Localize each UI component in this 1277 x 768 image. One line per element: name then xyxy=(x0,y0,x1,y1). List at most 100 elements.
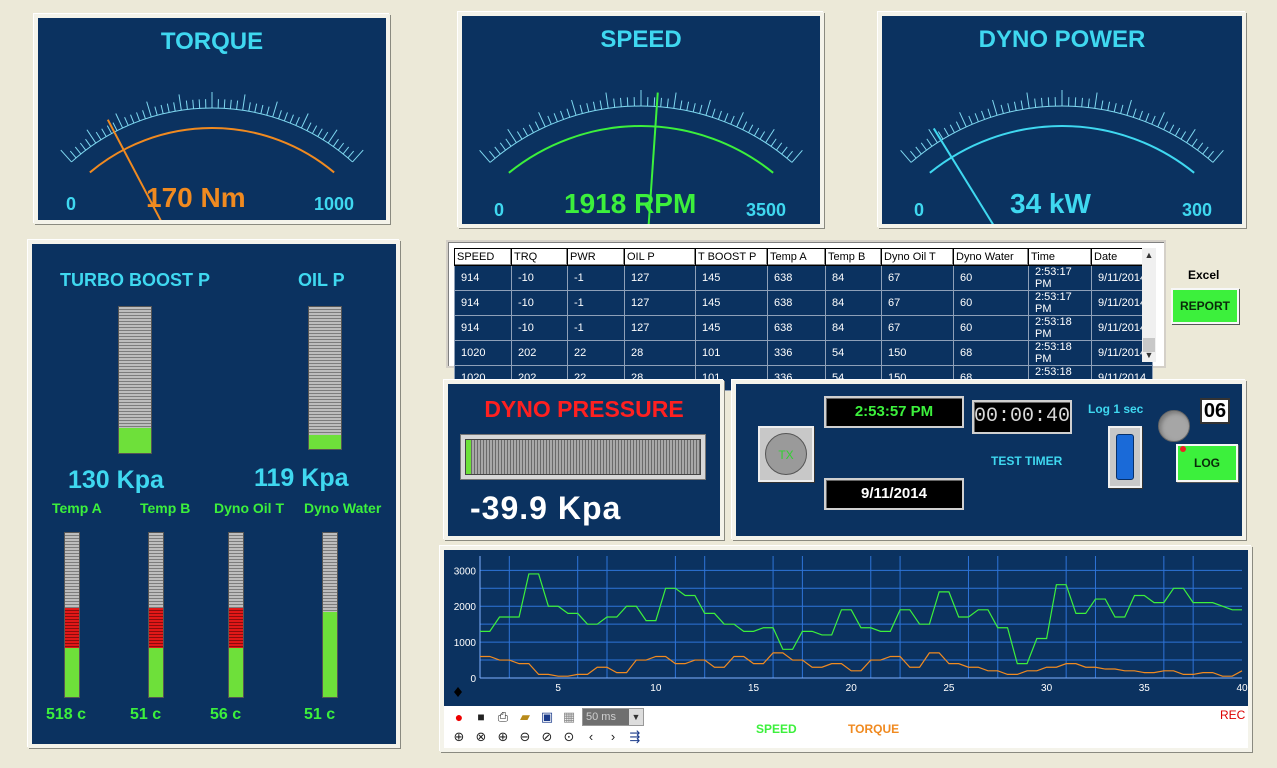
table-cell: 28 xyxy=(624,340,696,366)
export-icon[interactable]: ⇶ xyxy=(626,728,644,746)
gauge-tick xyxy=(229,99,232,109)
gauge-tick xyxy=(1180,131,1187,140)
gauge-tick xyxy=(1207,150,1214,159)
gauge-tick xyxy=(1138,110,1143,120)
dyno-pressure-title: DYNO PRESSURE xyxy=(484,396,684,422)
temp-alarm-zone xyxy=(65,608,79,648)
gauge-tick xyxy=(130,114,135,124)
table-cell: -1 xyxy=(567,315,625,341)
table-cell: 54 xyxy=(825,340,882,366)
gauge-tick xyxy=(95,131,102,141)
temp-label: Dyno Oil T xyxy=(214,500,284,516)
gauge-tick xyxy=(1120,104,1124,114)
record-icon[interactable]: ● xyxy=(450,708,468,726)
test-timer-label: TEST TIMER xyxy=(991,454,1063,468)
log-counter: 06 xyxy=(1200,398,1230,424)
table-row[interactable]: 914 -10 -1 127 145 638 84 67 60 2:53:17 PM 9/11/20… xyxy=(454,290,1154,316)
gauge-tick xyxy=(1157,112,1165,128)
gauge-tick xyxy=(753,127,760,137)
table-cell: -10 xyxy=(511,290,568,316)
table-header-cell[interactable]: TRQ xyxy=(511,248,568,266)
gauge-tick xyxy=(1126,99,1132,116)
gauge-tick xyxy=(295,116,300,126)
gauge-tick xyxy=(626,97,629,107)
table-row[interactable]: 914 -10 -1 127 145 638 84 67 60 2:53:17 PM 9/11/20… xyxy=(454,265,1154,291)
trend-chart: 0 1000 2000 3000 5 10 15 20 25 30 35 40 xyxy=(444,550,1248,706)
chevron-left-icon[interactable]: ‹ xyxy=(582,728,600,746)
open-folder-icon[interactable]: ▰ xyxy=(516,708,534,726)
excel-label: Excel xyxy=(1188,268,1220,282)
gauge-tick xyxy=(352,149,364,163)
gauge-tick xyxy=(327,129,338,144)
gauge-tick xyxy=(283,112,288,122)
gauge-tick xyxy=(791,150,803,163)
gauge-tick xyxy=(166,103,170,113)
gauge-tick xyxy=(560,110,565,120)
log-toggle-switch[interactable] xyxy=(1108,426,1142,488)
table-header-cell[interactable]: Temp A xyxy=(767,248,826,266)
table-cell: -1 xyxy=(567,290,625,316)
power-max-label: 300 xyxy=(1182,200,1213,220)
table-header-cell[interactable]: PWR xyxy=(567,248,625,266)
pressure-temp-panel: TURBO BOOST P OIL P 130 Kpa 119 Kpa Temp… xyxy=(28,240,400,748)
save-icon[interactable]: ▣ xyxy=(538,708,556,726)
gauge-tick xyxy=(586,103,590,113)
stop-icon[interactable]: ■ xyxy=(472,708,490,726)
zoom-box-icon[interactable]: ⊘ xyxy=(538,728,556,746)
log-table-scrollbar[interactable]: ▲ ▼ xyxy=(1142,248,1156,362)
table-header-cell[interactable]: Temp B xyxy=(825,248,882,266)
gauge-tick xyxy=(1041,97,1043,107)
chevron-down-icon[interactable]: ▼ xyxy=(629,709,643,725)
chart-x-tick-label: 40 xyxy=(1236,683,1248,694)
zoom-fit-icon[interactable]: ⊕ xyxy=(450,728,468,746)
zoom-x-icon[interactable]: ⊗ xyxy=(472,728,490,746)
gauge-tick xyxy=(154,106,158,116)
gauge-tick xyxy=(160,104,164,114)
table-row[interactable]: 914 -10 -1 127 145 638 84 67 60 2:53:18 PM 9/11/20… xyxy=(454,315,1154,341)
zoom-reset-icon[interactable]: ⊙ xyxy=(560,728,578,746)
table-header-cell[interactable]: Dyno Water xyxy=(953,248,1029,266)
scroll-up-icon[interactable]: ▲ xyxy=(1142,248,1156,262)
turbo-boost-label: TURBO BOOST P xyxy=(60,270,211,290)
table-cell: -10 xyxy=(511,265,568,291)
gauge-tick xyxy=(60,149,72,163)
torque-max-label: 1000 xyxy=(314,194,355,214)
table-header-cell[interactable]: Dyno Oil T xyxy=(881,248,954,266)
table-header-cell[interactable]: Time xyxy=(1028,248,1092,266)
print-icon[interactable]: ⎙ xyxy=(494,708,512,726)
power-min-label: 0 xyxy=(914,200,925,220)
rec-status-label: REC xyxy=(1220,708,1246,722)
table-row[interactable]: 1020202222810133654150682:53:18 PM9/11/2… xyxy=(454,340,1154,366)
gauge-tick xyxy=(278,110,282,119)
gauge-color-arc xyxy=(929,125,1195,174)
gauge-tick xyxy=(692,103,696,113)
zoom-in-icon[interactable]: ⊕ xyxy=(494,728,512,746)
chart-y-tick-label: 3000 xyxy=(454,566,477,577)
gauge-tick xyxy=(660,97,662,107)
temp-bar xyxy=(64,532,80,698)
gauge-tick xyxy=(272,101,278,118)
table-cell: 1020 xyxy=(454,340,512,366)
gauge-tick xyxy=(115,113,124,129)
report-button[interactable]: REPORT xyxy=(1171,288,1239,324)
tx-button[interactable]: TX xyxy=(758,426,814,482)
gauge-tick xyxy=(910,150,917,159)
grid-icon[interactable]: ▦ xyxy=(560,708,578,726)
zoom-out-icon[interactable]: ⊖ xyxy=(516,728,534,746)
table-header-cell[interactable]: OIL P xyxy=(624,248,696,266)
scroll-down-icon[interactable]: ▼ xyxy=(1142,348,1156,362)
temp-bar-fill xyxy=(323,611,337,697)
gauge-tick xyxy=(1132,108,1137,118)
gauge-tick xyxy=(489,150,496,159)
table-header-cell[interactable]: SPEED xyxy=(454,248,512,266)
chevron-right-icon[interactable]: › xyxy=(604,728,622,746)
gauge-tick xyxy=(915,146,922,155)
table-cell: 638 xyxy=(767,265,826,291)
table-header-cell[interactable]: T BOOST P xyxy=(695,248,768,266)
table-cell: 22 xyxy=(567,340,625,366)
gauge-tick xyxy=(730,115,735,125)
gauge-tick xyxy=(507,128,517,143)
gauge-tick xyxy=(522,127,529,137)
temp-readout: 51 c xyxy=(130,706,162,723)
sample-rate-select[interactable]: 50 ms ▼ xyxy=(582,708,644,726)
